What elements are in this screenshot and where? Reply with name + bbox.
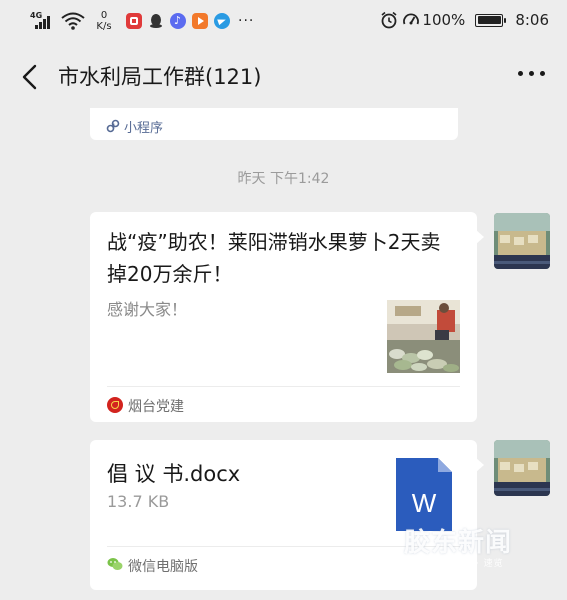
card-divider: [107, 386, 460, 387]
clock-time: 8:06: [515, 11, 549, 29]
card-divider: [107, 546, 460, 547]
network-speed-value: 0: [100, 10, 108, 21]
mini-program-card[interactable]: 小程序: [90, 108, 458, 140]
chat-title: 市水利局工作群(121): [58, 65, 262, 89]
battery-icon: [475, 13, 507, 27]
alarm-clock-icon: [381, 11, 397, 29]
network-speed-unit: K/s: [96, 21, 112, 32]
dot-icon: [518, 71, 523, 76]
speedometer-icon: [403, 13, 420, 25]
bubble-tail: [476, 458, 484, 472]
sender-avatar[interactable]: [494, 440, 550, 496]
qq-penguin-icon: [150, 14, 162, 28]
article-description: 感谢大家！: [107, 300, 188, 319]
file-message-card[interactable]: 倡 议 书.docx 13.7 KB W 微信电脑版: [90, 440, 484, 590]
wechat-icon: [107, 558, 123, 570]
telegram-icon: [214, 13, 230, 29]
wifi-icon: [61, 12, 85, 30]
chat-header: 市水利局工作群(121): [0, 42, 567, 112]
word-document-icon: W: [396, 458, 452, 531]
word-letter: W: [412, 488, 437, 518]
status-right: 100% 8:06: [380, 11, 549, 29]
sender-avatar[interactable]: [494, 213, 550, 269]
status-bar: 4G 0 K/s ···: [0, 0, 567, 42]
music-app-icon: [170, 13, 186, 29]
party-emblem-icon: [107, 397, 123, 413]
article-source: 烟台党建: [128, 399, 184, 415]
back-arrow-icon[interactable]: [16, 62, 46, 92]
dot-icon: [529, 71, 534, 76]
dot-icon: [540, 71, 545, 76]
bubble-tail: [476, 230, 484, 244]
battery-percentage: 100%: [422, 11, 466, 29]
mini-program-icon: [106, 119, 120, 133]
video-app-icon: [192, 13, 208, 29]
file-size: 13.7 KB: [107, 492, 170, 511]
article-thumbnail: [387, 300, 460, 373]
more-notifications-icon: ···: [238, 13, 255, 29]
network-speed: 0 K/s: [90, 10, 118, 32]
more-options-button[interactable]: [518, 71, 545, 76]
file-name: 倡 议 书.docx: [107, 462, 241, 486]
message-timestamp: 昨天 下午1:42: [237, 171, 330, 187]
mini-program-label: 小程序: [124, 121, 164, 136]
article-share-card[interactable]: 战“疫”助农！莱阳滞销水果萝卜2天卖掉20万余斤！ 感谢大家！ 烟台党建: [90, 212, 484, 422]
notification-app-icon: [126, 13, 142, 29]
article-title: 战“疫”助农！莱阳滞销水果萝卜2天卖掉20万余斤！: [107, 230, 441, 286]
cellular-signal-icon: 4G: [30, 11, 56, 31]
status-left: 4G 0 K/s ···: [30, 10, 254, 32]
file-source: 微信电脑版: [128, 559, 198, 575]
